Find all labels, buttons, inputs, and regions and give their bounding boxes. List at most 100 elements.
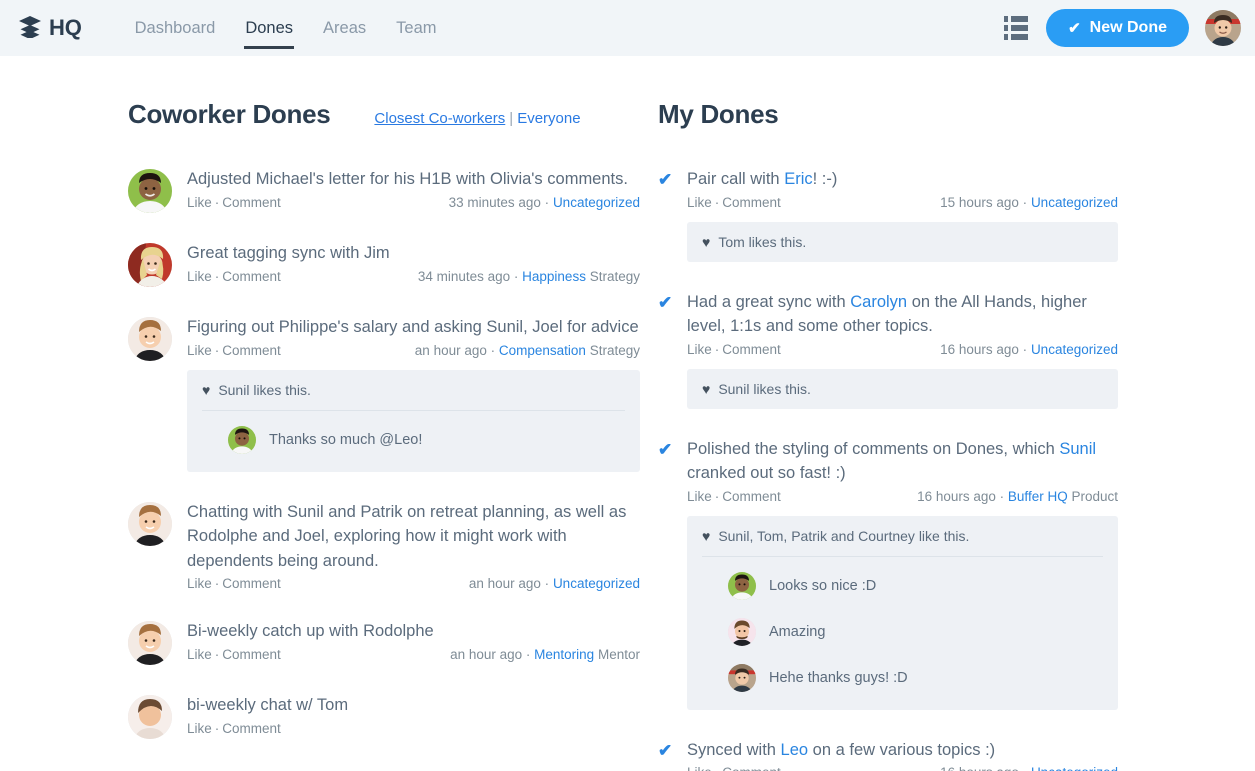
done-body: Had a great sync with Carolyn on the All… bbox=[687, 290, 1118, 409]
comment-action[interactable]: Comment bbox=[722, 342, 781, 357]
coworker-done-item[interactable]: Figuring out Philippe's salary and askin… bbox=[128, 315, 640, 472]
likes-text: Tom likes this. bbox=[718, 234, 806, 250]
filter-everyone[interactable]: Everyone bbox=[517, 110, 580, 127]
done-category[interactable]: Buffer HQ bbox=[1008, 489, 1068, 504]
mention-link[interactable]: Leo bbox=[781, 741, 809, 759]
comment-action[interactable]: Comment bbox=[222, 269, 281, 284]
done-text: bi-weekly chat w/ Tom bbox=[187, 693, 640, 718]
done-meta: Like·Comment bbox=[187, 721, 640, 736]
comment-action[interactable]: Comment bbox=[722, 489, 781, 504]
filter-closest-coworkers[interactable]: Closest Co-workers bbox=[374, 110, 505, 127]
page-content: Coworker Dones Closest Co-workers|Everyo… bbox=[0, 56, 1255, 771]
done-category[interactable]: Uncategorized bbox=[553, 576, 640, 591]
new-done-button[interactable]: ✔ New Done bbox=[1046, 9, 1189, 47]
brand-logo[interactable]: HQ bbox=[18, 14, 82, 43]
comment-action[interactable]: Comment bbox=[222, 647, 281, 662]
done-text-before: Polished the styling of comments on Done… bbox=[687, 440, 1059, 458]
heart-icon: ♥ bbox=[702, 529, 710, 543]
likes-line: ♥ Sunil likes this. bbox=[687, 369, 1118, 409]
coworker-done-item[interactable]: bi-weekly chat w/ Tom Like·Comment bbox=[128, 693, 640, 739]
like-action[interactable]: Like bbox=[187, 576, 212, 591]
done-time: 15 hours ago bbox=[940, 195, 1019, 210]
mention-link[interactable]: Eric bbox=[784, 170, 812, 188]
check-icon: ✔ bbox=[658, 170, 680, 262]
like-action[interactable]: Like bbox=[187, 647, 212, 662]
comment-item: Looks so nice :D bbox=[713, 563, 1118, 609]
my-done-item[interactable]: ✔ Had a great sync with Carolyn on the A… bbox=[658, 290, 1118, 409]
done-category[interactable]: Happiness bbox=[522, 269, 586, 284]
like-action[interactable]: Like bbox=[187, 721, 212, 736]
done-category[interactable]: Uncategorized bbox=[553, 195, 640, 210]
comment-action[interactable]: Comment bbox=[722, 765, 781, 771]
done-time: 16 hours ago bbox=[940, 342, 1019, 357]
done-meta: Like·Comment an hour ago · Compensation … bbox=[187, 343, 640, 358]
action-separator: · bbox=[715, 195, 720, 210]
coworker-done-item[interactable]: Bi-weekly catch up with Rodolphe Like·Co… bbox=[128, 619, 640, 665]
brand-name: HQ bbox=[49, 15, 82, 41]
comments-list: Looks so nice :D bbox=[687, 557, 1118, 710]
done-actions: Like·Comment bbox=[187, 647, 281, 662]
comment-action[interactable]: Comment bbox=[222, 195, 281, 210]
check-icon: ✔ bbox=[1068, 21, 1081, 36]
nav-item-dashboard[interactable]: Dashboard bbox=[120, 0, 231, 56]
comment-action[interactable]: Comment bbox=[222, 343, 281, 358]
top-nav-actions: ✔ New Done bbox=[1002, 9, 1241, 47]
done-time: an hour ago bbox=[450, 647, 522, 662]
coworker-done-item[interactable]: Great tagging sync with Jim Like·Comment… bbox=[128, 241, 640, 287]
heart-icon: ♥ bbox=[702, 235, 710, 249]
done-category[interactable]: Uncategorized bbox=[1031, 765, 1118, 771]
avatar bbox=[128, 317, 172, 361]
done-category[interactable]: Uncategorized bbox=[1031, 195, 1118, 210]
like-action[interactable]: Like bbox=[687, 195, 712, 210]
avatar bbox=[128, 695, 172, 739]
done-text: Figuring out Philippe's salary and askin… bbox=[187, 315, 640, 340]
like-action[interactable]: Like bbox=[687, 342, 712, 357]
done-category[interactable]: Uncategorized bbox=[1031, 342, 1118, 357]
nav-item-team[interactable]: Team bbox=[381, 0, 451, 56]
done-body: bi-weekly chat w/ Tom Like·Comment bbox=[187, 693, 640, 739]
user-avatar[interactable] bbox=[1205, 10, 1241, 46]
like-action[interactable]: Like bbox=[687, 765, 712, 771]
coworker-done-item[interactable]: Adjusted Michael's letter for his H1B wi… bbox=[128, 167, 640, 213]
mention-link[interactable]: Sunil bbox=[1059, 440, 1096, 458]
top-navigation-bar: HQ Dashboard Dones Areas Team ✔ New Done bbox=[0, 0, 1255, 56]
avatar bbox=[128, 621, 172, 665]
done-category[interactable]: Compensation bbox=[499, 343, 586, 358]
comment-action[interactable]: Comment bbox=[722, 195, 781, 210]
avatar bbox=[728, 618, 756, 646]
my-done-item[interactable]: ✔ Synced with Leo on a few various topic… bbox=[658, 738, 1118, 771]
done-category[interactable]: Mentoring bbox=[534, 647, 594, 662]
action-separator: · bbox=[215, 195, 220, 210]
like-action[interactable]: Like bbox=[187, 343, 212, 358]
check-icon: ✔ bbox=[658, 293, 680, 409]
done-actions: Like·Comment bbox=[687, 489, 781, 504]
comments-list: Thanks so much @Leo! bbox=[187, 411, 640, 472]
comment-action[interactable]: Comment bbox=[222, 721, 281, 736]
done-actions: Like·Comment bbox=[187, 195, 281, 210]
comment-text: Hehe thanks guys! :D bbox=[769, 670, 908, 686]
list-view-icon[interactable] bbox=[1002, 14, 1030, 42]
like-action[interactable]: Like bbox=[187, 195, 212, 210]
comment-action[interactable]: Comment bbox=[222, 576, 281, 591]
done-area: Product bbox=[1071, 489, 1118, 504]
like-action[interactable]: Like bbox=[187, 269, 212, 284]
done-actions: Like·Comment bbox=[687, 765, 781, 771]
nav-item-areas[interactable]: Areas bbox=[308, 0, 381, 56]
done-body: Pair call with Eric! :-) Like·Comment 15… bbox=[687, 167, 1118, 262]
my-done-item[interactable]: ✔ Pair call with Eric! :-) Like·Comment … bbox=[658, 167, 1118, 262]
likes-line: ♥ Sunil likes this. bbox=[187, 370, 640, 410]
nav-item-dones[interactable]: Dones bbox=[230, 0, 308, 56]
done-actions: Like·Comment bbox=[687, 342, 781, 357]
done-meta: Like·Comment 33 minutes ago · Uncategori… bbox=[187, 195, 640, 210]
my-done-item[interactable]: ✔ Polished the styling of comments on Do… bbox=[658, 437, 1118, 710]
done-text-before: Synced with bbox=[687, 741, 781, 759]
done-meta-right: 16 hours ago · Uncategorized bbox=[940, 342, 1118, 357]
like-action[interactable]: Like bbox=[687, 489, 712, 504]
done-text: Adjusted Michael's letter for his H1B wi… bbox=[187, 167, 640, 192]
done-time: 33 minutes ago bbox=[449, 195, 541, 210]
done-text-before: Pair call with bbox=[687, 170, 784, 188]
done-actions: Like·Comment bbox=[687, 195, 781, 210]
done-meta-right: 34 minutes ago · Happiness Strategy bbox=[418, 269, 640, 284]
mention-link[interactable]: Carolyn bbox=[850, 293, 907, 311]
coworker-done-item[interactable]: Chatting with Sunil and Patrik on retrea… bbox=[128, 500, 640, 592]
